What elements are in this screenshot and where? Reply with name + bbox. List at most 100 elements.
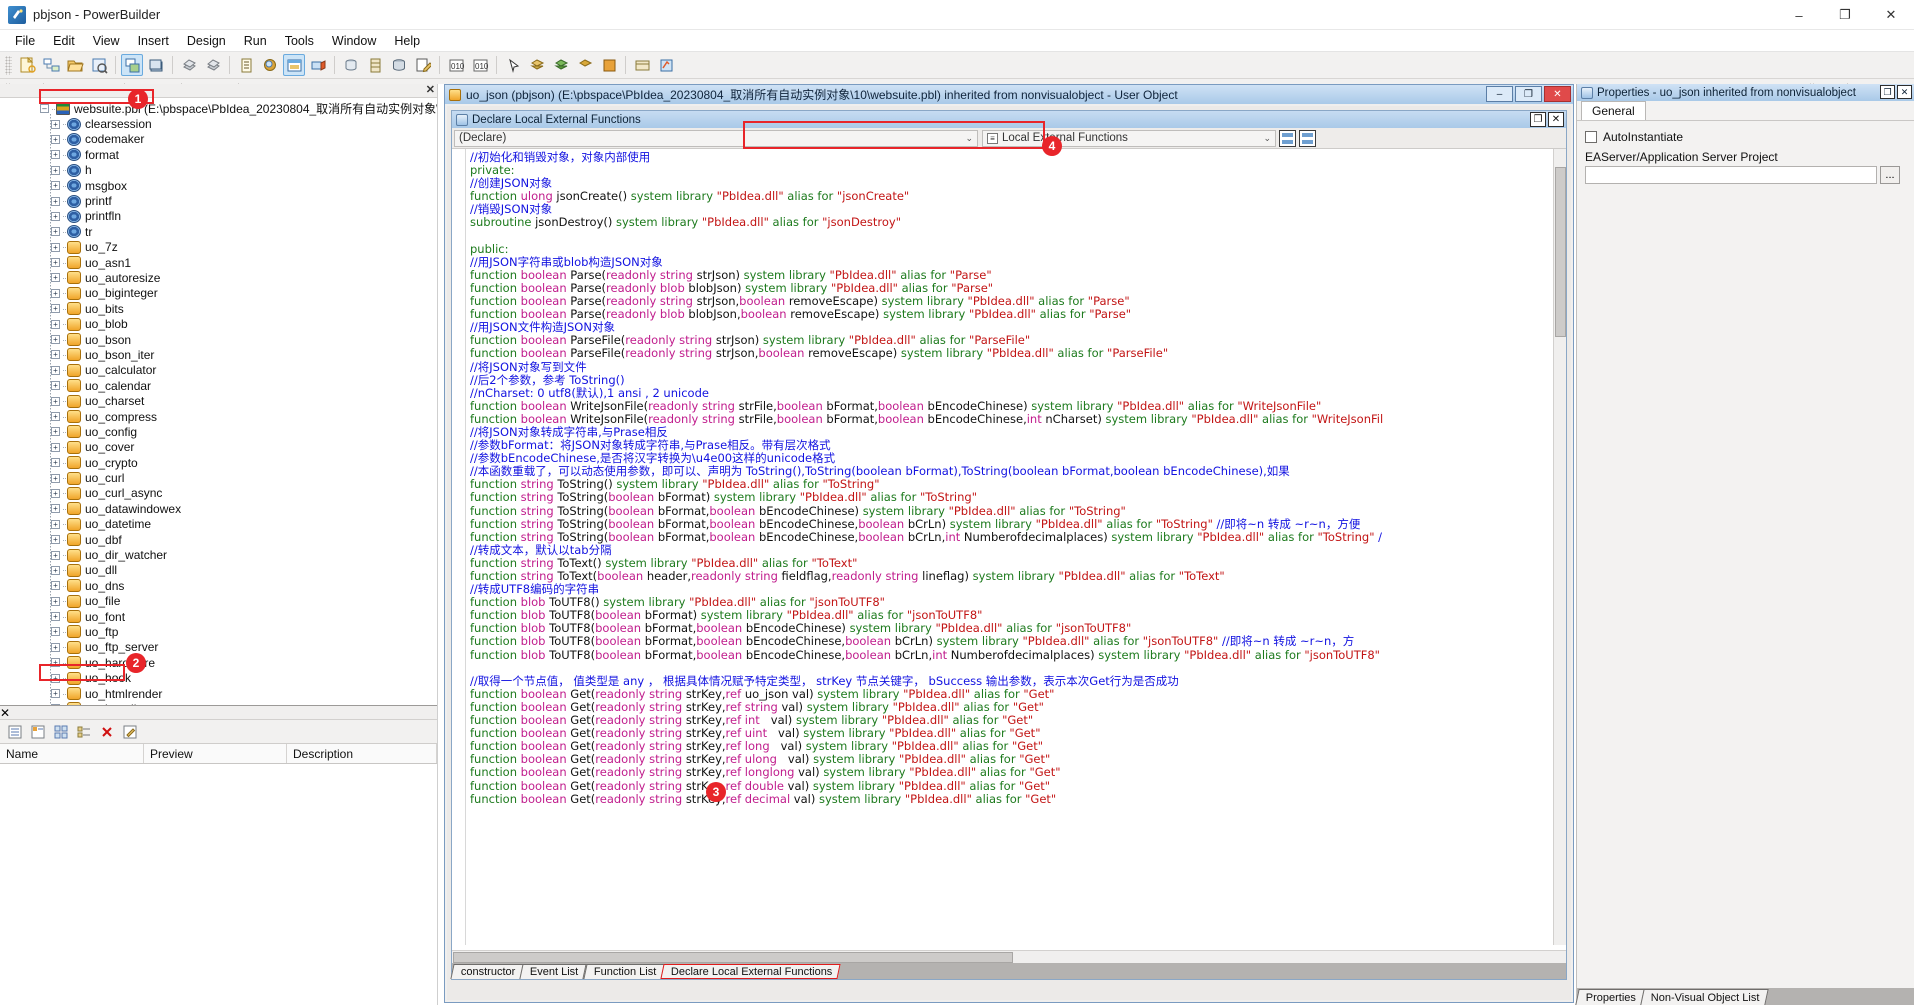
tree-node[interactable]: + ·· uo_datetime xyxy=(10,517,437,532)
tree-expander[interactable]: + xyxy=(51,642,60,652)
auto-instantiate-checkbox[interactable] xyxy=(1585,131,1597,143)
tree-node[interactable]: + ·· uo_bson xyxy=(10,332,437,347)
menu-window[interactable]: Window xyxy=(323,32,385,50)
tree-expander[interactable]: + xyxy=(51,596,60,606)
tree-expander[interactable]: + xyxy=(51,335,60,345)
tree-expander[interactable]: + xyxy=(51,365,60,375)
db-icon[interactable] xyxy=(388,54,410,76)
menu-file[interactable]: File xyxy=(6,32,44,50)
small-icon-view-icon[interactable] xyxy=(74,722,94,742)
list-view-icon[interactable] xyxy=(5,722,25,742)
properties-restore-button[interactable]: ❐ xyxy=(1880,85,1895,99)
tree-expander[interactable]: + xyxy=(51,550,60,560)
edit-source-icon[interactable] xyxy=(412,54,434,76)
tree-node[interactable]: + ·· uo_hardware xyxy=(10,655,437,670)
split-horizontal-icon[interactable] xyxy=(1279,129,1296,147)
tree-expander[interactable]: + xyxy=(51,211,60,221)
tree-expander[interactable]: + xyxy=(51,488,60,498)
menu-run[interactable]: Run xyxy=(235,32,276,50)
tree-node[interactable]: + ·· format xyxy=(10,147,437,162)
tree-node[interactable]: + ·· tr xyxy=(10,224,437,239)
script-tab[interactable]: constructor xyxy=(450,964,525,979)
tree-node[interactable]: + ·· uo_dbf xyxy=(10,532,437,547)
tree-node[interactable]: + ·· uo_dll xyxy=(10,563,437,578)
tree-node[interactable]: + ·· uo_dir_watcher xyxy=(10,547,437,562)
tree-expander[interactable]: + xyxy=(51,304,60,314)
tree-expander[interactable]: + xyxy=(51,381,60,391)
tree-expander[interactable]: + xyxy=(51,134,60,144)
script-close-button[interactable]: ✕ xyxy=(1548,112,1564,127)
output-window-icon[interactable] xyxy=(283,54,305,76)
tree-node[interactable]: + ·· codemaker xyxy=(10,132,437,147)
library2-icon[interactable] xyxy=(202,54,224,76)
tree-expander[interactable]: + xyxy=(51,581,60,591)
editor-window-titlebar[interactable]: uo_json (pbjson) (E:\pbspace\PbIdea_2023… xyxy=(445,85,1573,104)
tree-expander[interactable]: + xyxy=(51,196,60,206)
tree-expander[interactable]: + xyxy=(51,350,60,360)
tree-expander[interactable]: + xyxy=(51,504,60,514)
column-header-description[interactable]: Description xyxy=(287,744,437,763)
tree-expander[interactable]: + xyxy=(51,565,60,575)
to-do-list-icon[interactable] xyxy=(235,54,257,76)
code-horizontal-scrollbar[interactable] xyxy=(452,950,1566,963)
tree-expander[interactable]: + xyxy=(51,612,60,622)
tree-node[interactable]: + ·· printf xyxy=(10,193,437,208)
code-vertical-scroll-thumb[interactable] xyxy=(1555,167,1566,337)
tree-node[interactable]: + ·· uo_7z xyxy=(10,240,437,255)
auto-instantiate-row[interactable]: AutoInstantiate xyxy=(1585,130,1906,144)
tree-expander[interactable]: + xyxy=(51,396,60,406)
easerver-input[interactable] xyxy=(1585,166,1877,184)
tree-node[interactable]: + ·· uo_charset xyxy=(10,393,437,408)
column-header-name[interactable]: Name xyxy=(0,744,144,763)
tree-expander[interactable]: + xyxy=(51,673,60,683)
tree-node[interactable]: + ·· uo_ftp_server xyxy=(10,640,437,655)
tree-expander[interactable]: + xyxy=(51,442,60,452)
tree-node[interactable]: + ·· uo_ftp xyxy=(10,624,437,639)
code-horizontal-scroll-thumb[interactable] xyxy=(453,952,1013,963)
tree-node[interactable]: + ·· uo_curl_async xyxy=(10,486,437,501)
inherit-icon[interactable] xyxy=(88,54,110,76)
properties-bottom-tab[interactable]: Properties xyxy=(1575,989,1645,1005)
run-icon[interactable]: 010 xyxy=(469,54,491,76)
tree-node[interactable]: + ·· uo_bson_iter xyxy=(10,347,437,362)
incremental-build-icon[interactable] xyxy=(526,54,548,76)
tree-node[interactable]: + ·· h xyxy=(10,163,437,178)
tree-expander[interactable]: + xyxy=(51,627,60,637)
tree-node[interactable]: + ·· uo_config xyxy=(10,424,437,439)
editor-minimize-button[interactable]: – xyxy=(1486,86,1513,102)
menu-insert[interactable]: Insert xyxy=(129,32,178,50)
select-icon[interactable] xyxy=(502,54,524,76)
tree-node[interactable]: + ·· uo_font xyxy=(10,609,437,624)
tree-node[interactable]: + ·· uo_blob xyxy=(10,316,437,331)
library-icon[interactable] xyxy=(178,54,200,76)
tree-expander[interactable]: + xyxy=(51,319,60,329)
pb-icon[interactable] xyxy=(655,54,677,76)
database-painter-icon[interactable] xyxy=(307,54,329,76)
tree-node[interactable]: + ·· uo_curl xyxy=(10,470,437,485)
tree-node[interactable]: + ·· uo_autoresize xyxy=(10,270,437,285)
script-document-titlebar[interactable]: Declare Local External Functions ❐ ✕ xyxy=(452,111,1566,128)
tree-node[interactable]: + ·· uo_cover xyxy=(10,440,437,455)
properties-titlebar[interactable]: Properties - uo_json inherited from nonv… xyxy=(1577,84,1914,101)
tree-node[interactable]: + ·· uo_calendar xyxy=(10,378,437,393)
system-tree-close-icon[interactable]: ✕ xyxy=(426,83,435,96)
root-expander[interactable]: – xyxy=(40,104,49,114)
script-tab[interactable]: Function List xyxy=(583,964,665,979)
tree-node[interactable]: + ·· clearsession xyxy=(10,116,437,131)
tree-expander[interactable]: + xyxy=(51,288,60,298)
db-profile-icon[interactable] xyxy=(340,54,362,76)
menu-tools[interactable]: Tools xyxy=(276,32,323,50)
tree-expander[interactable]: + xyxy=(51,473,60,483)
clip-window-icon[interactable] xyxy=(145,54,167,76)
tree-expander[interactable]: + xyxy=(51,258,60,268)
menu-design[interactable]: Design xyxy=(178,32,235,50)
editor-close-button[interactable]: ✕ xyxy=(1544,86,1571,102)
local-external-functions-combo[interactable]: ≡ Local External Functions ⌄ xyxy=(982,129,1276,147)
deploy-icon[interactable] xyxy=(574,54,596,76)
tree-expander[interactable]: + xyxy=(51,119,60,129)
menu-help[interactable]: Help xyxy=(385,32,429,50)
declare-scope-combo[interactable]: (Declare) ⌄ xyxy=(454,129,978,147)
new-from-template-icon[interactable] xyxy=(40,54,62,76)
tree-node[interactable]: + ·· uo_bits xyxy=(10,301,437,316)
minimize-button[interactable]: – xyxy=(1776,0,1822,30)
